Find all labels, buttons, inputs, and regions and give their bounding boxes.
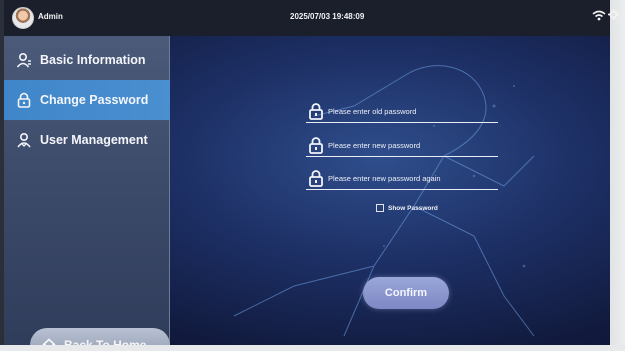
show-password-checkbox[interactable]: [376, 204, 384, 212]
confirm-password-input[interactable]: [328, 170, 496, 186]
show-password-label: Show Password: [388, 204, 438, 212]
lock-icon: [309, 137, 323, 154]
sidebar-item-label: Basic Information: [40, 53, 146, 67]
sidebar-item-change-password[interactable]: Change Password: [4, 80, 170, 120]
old-password-input[interactable]: [328, 103, 496, 119]
top-status-bar: Admin 2025/07/03 19:48:09: [4, 0, 610, 36]
lock-icon: [17, 92, 31, 108]
old-password-field[interactable]: [306, 101, 498, 123]
wifi-icon: [592, 10, 606, 21]
lock-icon: [309, 103, 323, 120]
sidebar-item-label: User Management: [40, 133, 148, 147]
username-label: Admin: [38, 12, 63, 21]
person-icon: [16, 52, 31, 68]
new-password-field[interactable]: [306, 135, 498, 157]
lock-icon: [309, 170, 323, 187]
sidebar-item-user-management[interactable]: User Management: [4, 120, 170, 160]
sidebar: Basic Information Change Password User M…: [4, 36, 170, 351]
new-password-input[interactable]: [328, 137, 496, 153]
users-icon: [17, 132, 31, 148]
sidebar-item-basic-information[interactable]: Basic Information: [4, 40, 170, 80]
avatar[interactable]: [12, 7, 34, 29]
sidebar-item-label: Change Password: [40, 93, 149, 107]
confirm-button[interactable]: Confirm: [363, 277, 449, 309]
datetime-label: 2025/07/03 19:48:09: [290, 12, 365, 21]
confirm-password-field[interactable]: [306, 168, 498, 190]
show-password-toggle[interactable]: Show Password: [376, 204, 438, 212]
gear-icon: [608, 9, 619, 20]
photo-bottom-edge: [0, 345, 625, 351]
